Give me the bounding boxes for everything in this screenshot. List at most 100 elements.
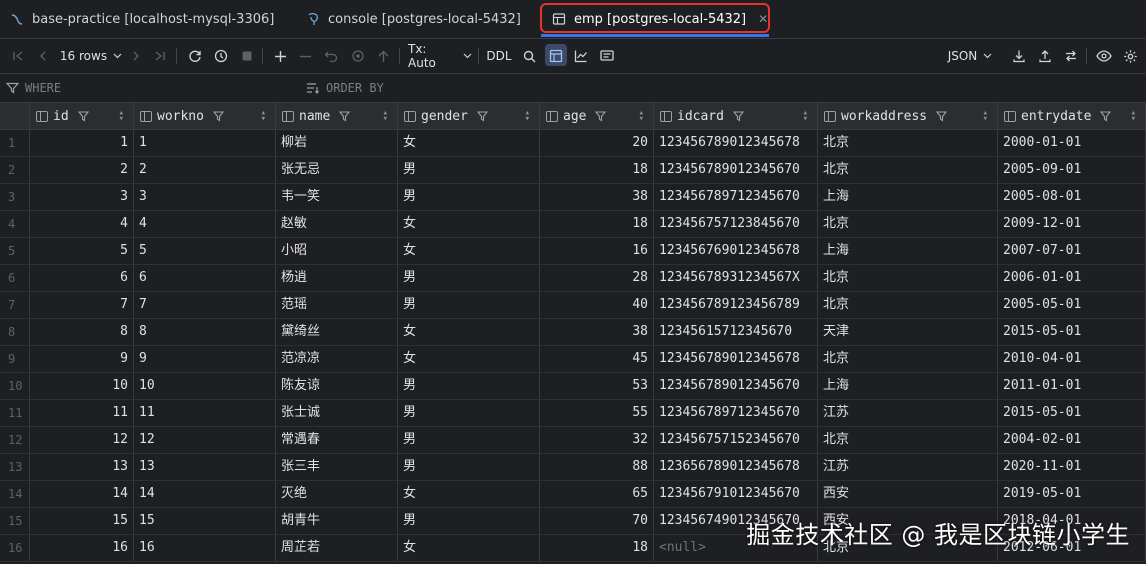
- table-row[interactable]: 6 6 6 杨逍男 28 12345678931234567X 北京 2006-01-01: [0, 265, 1146, 292]
- cell-name[interactable]: 杨逍: [276, 265, 398, 291]
- cell-name[interactable]: 韦一笑: [276, 184, 398, 210]
- cell-id[interactable]: 13: [30, 454, 134, 480]
- cell-idcard[interactable]: 123456789012345670: [654, 373, 818, 399]
- cell-name[interactable]: 黛绮丝: [276, 319, 398, 345]
- cell-name[interactable]: 赵敏: [276, 211, 398, 237]
- cell-name[interactable]: 张三丰: [276, 454, 398, 480]
- record-view-icon[interactable]: [597, 39, 617, 73]
- filter-icon[interactable]: [339, 110, 351, 122]
- cell-age[interactable]: 18: [540, 211, 654, 237]
- cell-gender[interactable]: 男: [398, 292, 540, 318]
- sort-arrows-icon[interactable]: ▴ ▾: [119, 109, 124, 124]
- cell-workaddress[interactable]: 北京: [818, 346, 998, 372]
- cell-gender[interactable]: 女: [398, 481, 540, 507]
- table-row[interactable]: 7 7 7 范瑶男 40 123456789123456789 北京 2005-05-01: [0, 292, 1146, 319]
- submit-icon[interactable]: [373, 39, 393, 73]
- column-header-id[interactable]: id ▴ ▾: [30, 103, 134, 130]
- order-by-input[interactable]: ORDER BY: [306, 74, 806, 102]
- cell-name[interactable]: 陈友谅: [276, 373, 398, 399]
- column-header-age[interactable]: age ▴ ▾: [540, 103, 654, 130]
- cell-name[interactable]: 范瑶: [276, 292, 398, 318]
- filter-icon[interactable]: [476, 110, 488, 122]
- cell-age[interactable]: 28: [540, 265, 654, 291]
- stop-icon[interactable]: [237, 39, 257, 73]
- cell-workno[interactable]: 1: [134, 130, 276, 156]
- cell-workaddress[interactable]: 天津: [818, 319, 998, 345]
- cell-workno[interactable]: 3: [134, 184, 276, 210]
- cell-id[interactable]: 8: [30, 319, 134, 345]
- filter-icon[interactable]: [212, 110, 224, 122]
- cell-workno[interactable]: 13: [134, 454, 276, 480]
- next-page-icon[interactable]: [126, 39, 146, 73]
- cell-id[interactable]: 14: [30, 481, 134, 507]
- cell-age[interactable]: 53: [540, 373, 654, 399]
- cell-entrydate[interactable]: 2005-05-01: [998, 292, 1146, 318]
- cell-idcard[interactable]: 123656789012345678: [654, 454, 818, 480]
- cell-age[interactable]: 32: [540, 427, 654, 453]
- cell-workno[interactable]: 4: [134, 211, 276, 237]
- cell-workaddress[interactable]: 北京: [818, 292, 998, 318]
- gear-icon[interactable]: [1120, 39, 1140, 73]
- cell-age[interactable]: 38: [540, 319, 654, 345]
- cell-id[interactable]: 16: [30, 535, 134, 561]
- cell-entrydate[interactable]: 2020-11-01: [998, 454, 1146, 480]
- cell-workno[interactable]: 9: [134, 346, 276, 372]
- cell-id[interactable]: 12: [30, 427, 134, 453]
- eye-icon[interactable]: [1094, 39, 1114, 73]
- table-row[interactable]: 14 14 14 灭绝女 65 123456791012345670 西安 2019-05-0…: [0, 481, 1146, 508]
- filter-icon[interactable]: [595, 110, 607, 122]
- table-view-icon[interactable]: [546, 39, 566, 73]
- cell-name[interactable]: 张士诚: [276, 400, 398, 426]
- cell-age[interactable]: 38: [540, 184, 654, 210]
- cell-idcard[interactable]: 123456789012345678: [654, 346, 818, 372]
- cell-workno[interactable]: 11: [134, 400, 276, 426]
- cell-entrydate[interactable]: 2004-02-01: [998, 427, 1146, 453]
- delete-row-icon[interactable]: [295, 39, 315, 73]
- cell-name[interactable]: 灭绝: [276, 481, 398, 507]
- history-icon[interactable]: [211, 39, 231, 73]
- cell-workaddress[interactable]: 上海: [818, 184, 998, 210]
- cell-entrydate[interactable]: 2019-05-01: [998, 481, 1146, 507]
- cell-workaddress[interactable]: 北京: [818, 265, 998, 291]
- cell-entrydate[interactable]: 2007-07-01: [998, 238, 1146, 264]
- cell-workno[interactable]: 16: [134, 535, 276, 561]
- cell-workno[interactable]: 5: [134, 238, 276, 264]
- cell-idcard[interactable]: 12345615712345670: [654, 319, 818, 345]
- cell-idcard[interactable]: 123456791012345670: [654, 481, 818, 507]
- cell-gender[interactable]: 女: [398, 346, 540, 372]
- cell-gender[interactable]: 男: [398, 427, 540, 453]
- cell-age[interactable]: 70: [540, 508, 654, 534]
- table-row[interactable]: 9 9 9 范凉凉女 45 123456789012345678 北京 2010-04-01: [0, 346, 1146, 373]
- cell-age[interactable]: 20: [540, 130, 654, 156]
- sort-arrows-icon[interactable]: ▴ ▾: [525, 109, 530, 124]
- row-count-dropdown[interactable]: 16 rows: [58, 39, 124, 73]
- previous-page-icon[interactable]: [33, 39, 53, 73]
- cell-workaddress[interactable]: 上海: [818, 373, 998, 399]
- preview-changes-icon[interactable]: [348, 39, 368, 73]
- cell-workno[interactable]: 14: [134, 481, 276, 507]
- table-row[interactable]: 8 8 8 黛绮丝女 38 12345615712345670 天津 2015-05-01: [0, 319, 1146, 346]
- cell-entrydate[interactable]: 2005-08-01: [998, 184, 1146, 210]
- cell-gender[interactable]: 男: [398, 373, 540, 399]
- tab-base-practice[interactable]: base-practice [localhost-mysql-3306]: [10, 0, 274, 38]
- cell-id[interactable]: 3: [30, 184, 134, 210]
- filter-icon[interactable]: [77, 110, 89, 122]
- sort-arrows-icon[interactable]: ▴ ▾: [383, 109, 388, 124]
- cell-name[interactable]: 常遇春: [276, 427, 398, 453]
- sort-arrows-icon[interactable]: ▴ ▾: [261, 109, 266, 124]
- cell-name[interactable]: 柳岩: [276, 130, 398, 156]
- cell-workaddress[interactable]: 江苏: [818, 454, 998, 480]
- cell-gender[interactable]: 女: [398, 535, 540, 561]
- table-row[interactable]: 2 2 2 张无忌男 18 123456789012345670 北京 2005-09-01: [0, 157, 1146, 184]
- table-row[interactable]: 1 1 1 柳岩女 20 123456789012345678 北京 2000-01-01: [0, 130, 1146, 157]
- table-row[interactable]: 4 4 4 赵敏女 18 123456757123845670 北京 2009-12-01: [0, 211, 1146, 238]
- first-page-icon[interactable]: [8, 39, 28, 73]
- column-header-idcard[interactable]: idcard ▴ ▾: [654, 103, 818, 130]
- where-filter-input[interactable]: WHERE: [6, 74, 296, 102]
- cell-entrydate[interactable]: 2009-12-01: [998, 211, 1146, 237]
- table-row[interactable]: 10 10 10 陈友谅男 53 123456789012345670 上海 2011-01-…: [0, 373, 1146, 400]
- cell-entrydate[interactable]: 2015-05-01: [998, 400, 1146, 426]
- download-icon[interactable]: [1009, 39, 1029, 73]
- cell-workaddress[interactable]: 上海: [818, 238, 998, 264]
- table-row[interactable]: 5 5 5 小昭女 16 123456769012345678 上海 2007-07-01: [0, 238, 1146, 265]
